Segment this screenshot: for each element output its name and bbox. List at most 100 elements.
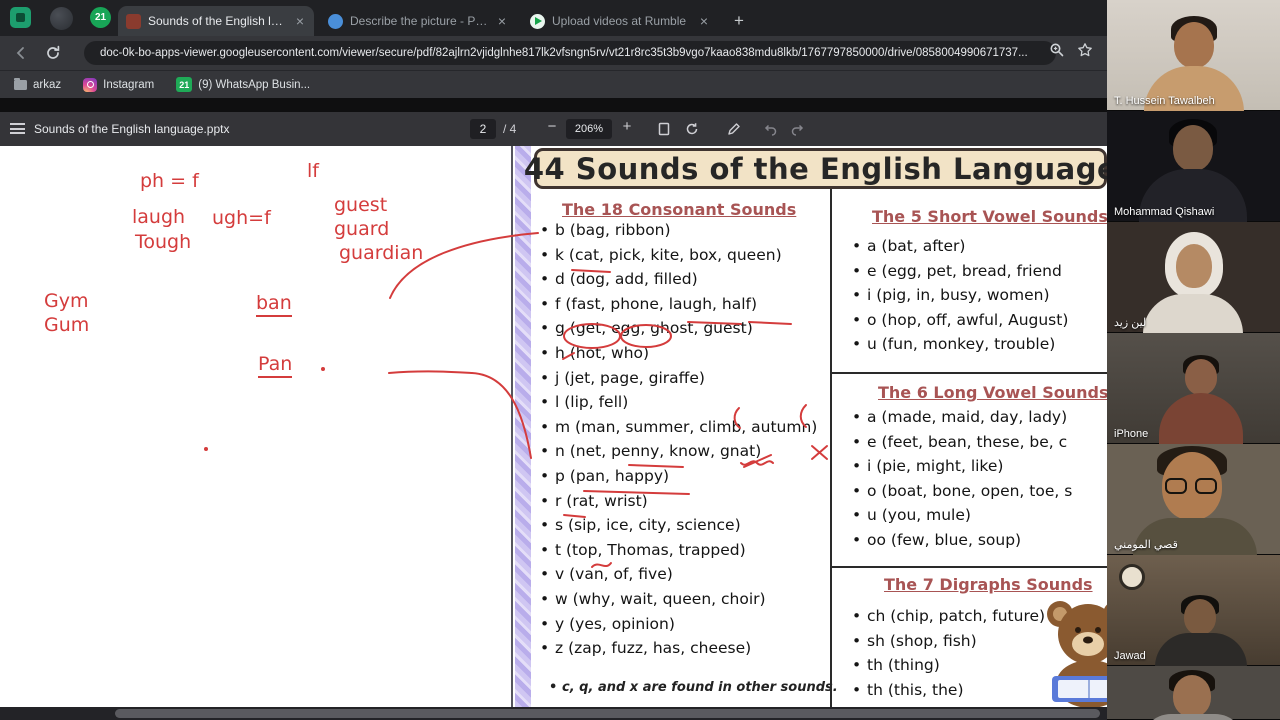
consonants-heading: The 18 Consonant Sounds [562,200,797,219]
handwritten-note: Pan [258,353,293,378]
sound-item: u (you, mule) [852,503,1072,528]
pdf-favicon [126,13,141,29]
sound-item: ch (chip, patch, future) [852,604,1045,629]
red-dot-mark [204,447,208,451]
close-icon[interactable]: × [294,14,306,28]
pdf-content-area[interactable]: ph = f lf laugh ugh=f Tough guest guard … [0,146,1107,707]
horizontal-scrollbar-thumb[interactable] [115,709,1100,718]
bookmark-label: (9) WhatsApp Busin... [198,78,311,91]
short-vowel-list: a (bat, after)e (egg, pet, bread, friend… [852,234,1068,357]
address-bar: doc-0k-bo-apps-viewer.googleusercontent.… [0,36,1107,70]
zoom-level[interactable]: 206% [566,119,612,139]
sound-item: m (man, summer, climb, autumn) [540,415,817,440]
bookmark-instagram[interactable]: Instagram [83,77,155,92]
page-background-strip [0,98,1107,112]
zoom-page-icon[interactable] [1049,42,1065,58]
poster-title: 44 Sounds of the English Language [523,151,1107,186]
sound-item: w (why, wait, queen, choir) [540,587,817,612]
sound-item: a (bat, after) [852,234,1068,259]
handwritten-note: Gum [44,314,90,336]
tab-describe-picture[interactable]: Describe the picture - Present c × [320,6,516,36]
sound-item: s (sip, ice, city, science) [540,513,817,538]
tab-sounds-of-english[interactable]: Sounds of the English language × [118,6,314,36]
participant-video-tile[interactable]: Jawad [1107,555,1280,666]
handwritten-note: lf [307,160,319,182]
sound-item: l (lip, fell) [540,390,817,415]
annotate-pen-icon[interactable] [726,121,742,137]
teddy-bear-illustration [1047,601,1107,707]
participant-video-tile[interactable]: لين زيد [1107,222,1280,333]
short-vowels-heading: The 5 Short Vowel Sounds [872,207,1107,226]
zoom-out-button[interactable]: − [543,118,561,135]
undo-icon[interactable] [762,121,778,137]
instagram-icon [83,77,98,92]
handwritten-note: laugh [132,206,186,228]
sound-item: b (bag, ribbon) [540,218,817,243]
participant-name: iPhone [1114,428,1149,440]
sound-item: sh (shop, fish) [852,629,1045,654]
whatsapp-badge-icon[interactable]: 21 [90,7,111,28]
sound-item: y (yes, opinion) [540,612,817,637]
close-icon[interactable]: × [698,14,710,28]
handwritten-note: ugh=f [212,207,271,229]
participant-name: لين زيد [1114,317,1147,329]
fit-page-icon[interactable] [656,121,672,137]
sound-item: o (boat, bone, open, toe, s [852,479,1072,504]
participant-video-tile[interactable]: Mohammad Qishawi [1107,111,1280,222]
redo-icon[interactable] [790,121,806,137]
sound-item: n (net, penny, know, gnat) [540,439,817,464]
reload-icon[interactable] [42,42,64,64]
sound-item: z (zap, fuzz, has, cheese) [540,636,817,661]
participant-video-tile[interactable]: iPhone [1107,333,1280,444]
new-tab-button[interactable]: + [726,8,752,34]
bookmark-arkaz[interactable]: arkaz [14,77,61,91]
sound-item: i (pig, in, busy, women) [852,283,1068,308]
participant-name: Mohammad Qishawi [1114,206,1215,218]
handwritten-note: ph = f [140,170,199,192]
sound-item: i (pie, might, like) [852,454,1072,479]
participant-video-tile[interactable]: قصي المومني [1107,444,1280,555]
sound-item: f (fast, phone, laugh, half) [540,292,817,317]
bookmark-label: Instagram [103,78,155,91]
handwritten-note: Tough [135,231,192,253]
participant-video-tile[interactable]: T. Hussein Tawalbeh [1107,0,1280,111]
sound-item: p (pan, happy) [540,464,817,489]
horizontal-scrollbar[interactable] [0,707,1107,720]
sound-item: th (this, the) [852,678,1045,703]
bookmarks-bar: arkaz Instagram 21 (9) WhatsApp Busin... [0,70,1107,98]
sound-item: t (top, Thomas, trapped) [540,538,817,563]
sound-item: r (rat, wrist) [540,489,817,514]
bookmark-whatsapp[interactable]: 21 (9) WhatsApp Busin... [176,77,310,92]
rotate-icon[interactable] [684,121,700,137]
participant-name: T. Hussein Tawalbeh [1114,95,1215,107]
bookmark-star-icon[interactable] [1077,42,1093,58]
column-divider [830,148,832,707]
menu-icon[interactable] [10,123,25,134]
sound-item: k (cat, pick, kite, box, queen) [540,243,817,268]
sound-item: d (dog, add, filled) [540,267,817,292]
zoom-in-button[interactable]: + [618,118,636,135]
page-number-input[interactable]: 2 [470,119,496,139]
folder-icon [14,77,27,90]
long-vowel-list: a (made, maid, day, lady)e (feet, bean, … [852,405,1072,553]
pinned-extension-icon[interactable] [10,7,31,28]
handwritten-note: ban [256,292,292,317]
tab-title: Sounds of the English language [148,14,287,28]
red-dot-mark [321,367,325,371]
sound-item: a (made, maid, day, lady) [852,405,1072,430]
participant-video-tile[interactable] [1107,666,1280,720]
close-icon[interactable]: × [496,14,508,28]
glasses-icon [1165,478,1187,494]
url-field[interactable]: doc-0k-bo-apps-viewer.googleusercontent.… [84,41,1056,65]
tab-rumble[interactable]: Upload videos at Rumble × [522,6,718,36]
handwritten-note: guardian [339,242,424,264]
whatsapp-icon: 21 [176,77,193,92]
profile-avatar-icon[interactable] [50,7,73,30]
handwritten-note: guard [334,218,390,240]
poster-title-banner: 44 Sounds of the English Language [524,148,1107,189]
wall-clock [1119,564,1145,590]
tab-title: Describe the picture - Present c [350,14,489,28]
handwritten-note: guest [334,194,388,216]
back-icon[interactable] [10,42,32,64]
tab-title: Upload videos at Rumble [552,14,687,28]
